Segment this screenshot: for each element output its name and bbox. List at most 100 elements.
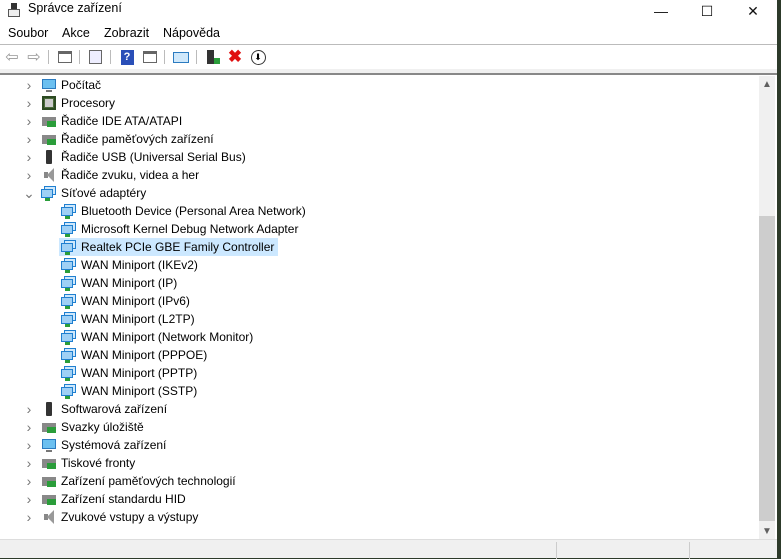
device-tree: › Počítač › Procesory › Řadiče IDE ATA/ATAPI ›… — [0, 76, 759, 539]
help-icon[interactable]: ? — [118, 48, 136, 66]
device-category[interactable]: Řadiče zvuku, videa a her — [39, 166, 203, 184]
network-icon — [61, 203, 77, 219]
menu-zobrazit[interactable]: Zobrazit — [104, 26, 149, 40]
close-button[interactable]: ✕ — [730, 0, 776, 22]
disable-device-icon[interactable]: ⬇ — [249, 48, 267, 66]
menu-napoveda[interactable]: Nápověda — [163, 26, 220, 40]
vertical-scrollbar[interactable]: ▲ ▼ — [759, 76, 775, 539]
device-category[interactable]: Síťové adaptéry — [39, 184, 150, 202]
expand-chevron-icon[interactable]: › — [24, 95, 34, 111]
item-label: Zařízení standardu HID — [61, 492, 186, 506]
device-category[interactable]: Řadiče USB (Universal Serial Bus) — [39, 148, 250, 166]
device-item[interactable]: WAN Miniport (L2TP) — [59, 310, 199, 328]
item-label: Bluetooth Device (Personal Area Network) — [81, 204, 306, 218]
expand-chevron-icon[interactable]: › — [24, 131, 34, 147]
network-icon — [61, 293, 77, 309]
device-item[interactable]: WAN Miniport (Network Monitor) — [59, 328, 257, 346]
uninstall-icon[interactable]: ✖ — [226, 47, 244, 66]
back-icon[interactable]: ⇦ — [3, 48, 21, 66]
network-icon — [61, 383, 77, 399]
expand-chevron-icon[interactable]: › — [24, 509, 34, 525]
device-category[interactable]: Zařízení standardu HID — [39, 490, 190, 508]
device-item[interactable]: WAN Miniport (IP) — [59, 274, 181, 292]
device-item[interactable]: WAN Miniport (PPPOE) — [59, 346, 211, 364]
maximize-button[interactable]: ☐ — [684, 0, 730, 22]
forward-icon[interactable]: ⇨ — [25, 48, 43, 66]
expand-chevron-icon[interactable]: › — [24, 167, 34, 183]
item-label: Tiskové fronty — [61, 456, 136, 470]
device-manager-window: Správce zařízení — ☐ ✕ Soubor Akce Zobra… — [0, 0, 777, 559]
device-category[interactable]: Procesory — [39, 94, 119, 112]
item-label: Procesory — [61, 96, 116, 110]
scroll-up-icon[interactable]: ▲ — [759, 76, 775, 92]
controller-icon — [41, 491, 57, 507]
device-category[interactable]: Softwarová zařízení — [39, 400, 171, 418]
network-icon — [61, 311, 77, 327]
controller-icon — [41, 419, 57, 435]
console-tree-icon[interactable] — [56, 48, 74, 66]
menu-soubor[interactable]: Soubor — [8, 26, 48, 40]
device-category[interactable]: Zvukové vstupy a výstupy — [39, 508, 202, 526]
item-label: WAN Miniport (PPPOE) — [81, 348, 208, 362]
device-category[interactable]: Tiskové fronty — [39, 454, 139, 472]
action-pane-icon[interactable] — [141, 48, 159, 66]
minimize-button[interactable]: — — [638, 0, 684, 22]
expand-chevron-icon[interactable]: › — [24, 455, 34, 471]
device-category[interactable]: Počítač — [39, 76, 105, 94]
expand-chevron-icon[interactable]: › — [24, 149, 34, 165]
item-label: Realtek PCIe GBE Family Controller — [81, 240, 275, 254]
controller-icon — [41, 455, 57, 471]
device-item[interactable]: WAN Miniport (IKEv2) — [59, 256, 202, 274]
device-item[interactable]: Microsoft Kernel Debug Network Adapter — [59, 220, 302, 238]
device-item[interactable]: Realtek PCIe GBE Family Controller — [59, 238, 279, 256]
expand-chevron-icon[interactable]: › — [24, 437, 34, 453]
expand-chevron-icon[interactable]: › — [24, 419, 34, 435]
device-category[interactable]: Systémová zařízení — [39, 436, 170, 454]
network-icon — [61, 257, 77, 273]
device-item[interactable]: WAN Miniport (PPTP) — [59, 364, 201, 382]
network-icon — [61, 347, 77, 363]
controller-icon — [41, 113, 57, 129]
expand-chevron-icon[interactable]: › — [24, 113, 34, 129]
item-label: Microsoft Kernel Debug Network Adapter — [81, 222, 299, 236]
device-item[interactable]: WAN Miniport (IPv6) — [59, 292, 194, 310]
item-label: Řadiče IDE ATA/ATAPI — [61, 114, 183, 128]
toolbar: ⇦ ⇨ ? ✖ ⬇ — [0, 45, 777, 69]
item-label: WAN Miniport (IPv6) — [81, 294, 190, 308]
monitor-icon — [41, 437, 57, 453]
device-item[interactable]: Bluetooth Device (Personal Area Network) — [59, 202, 310, 220]
collapse-chevron-icon[interactable]: ⌄ — [23, 185, 35, 201]
item-label: Svazky úložiště — [61, 420, 144, 434]
item-label: Řadiče zvuku, videa a her — [61, 168, 200, 182]
item-label: WAN Miniport (L2TP) — [81, 312, 195, 326]
device-category[interactable]: Řadiče paměťových zařízení — [39, 130, 218, 148]
item-label: Počítač — [61, 78, 102, 92]
item-label: Řadiče paměťových zařízení — [61, 132, 214, 146]
status-bar — [0, 539, 777, 559]
window-title: Správce zařízení — [28, 1, 122, 15]
expand-chevron-icon[interactable]: › — [24, 491, 34, 507]
scroll-down-icon[interactable]: ▼ — [759, 523, 775, 539]
device-manager-icon — [7, 3, 21, 17]
properties-icon[interactable] — [86, 48, 104, 66]
update-driver-icon[interactable] — [204, 48, 222, 66]
network-icon — [61, 239, 77, 255]
network-icon — [61, 365, 77, 381]
scan-hardware-icon[interactable] — [172, 48, 190, 66]
device-category[interactable]: Zařízení paměťových technologií — [39, 472, 240, 490]
expand-chevron-icon[interactable]: › — [24, 77, 34, 93]
device-category[interactable]: Řadiče IDE ATA/ATAPI — [39, 112, 186, 130]
network-icon — [61, 329, 77, 345]
scrollbar-thumb[interactable] — [759, 216, 775, 521]
device-item[interactable]: WAN Miniport (SSTP) — [59, 382, 201, 400]
item-label: WAN Miniport (IKEv2) — [81, 258, 198, 272]
menu-akce[interactable]: Akce — [62, 26, 90, 40]
storage-controller-icon — [41, 131, 57, 147]
expand-chevron-icon[interactable]: › — [24, 473, 34, 489]
item-label: Zařízení paměťových technologií — [61, 474, 236, 488]
controller-icon — [41, 473, 57, 489]
item-label: WAN Miniport (SSTP) — [81, 384, 198, 398]
device-category[interactable]: Svazky úložiště — [39, 418, 148, 436]
expand-chevron-icon[interactable]: › — [24, 401, 34, 417]
monitor-icon — [41, 77, 57, 93]
